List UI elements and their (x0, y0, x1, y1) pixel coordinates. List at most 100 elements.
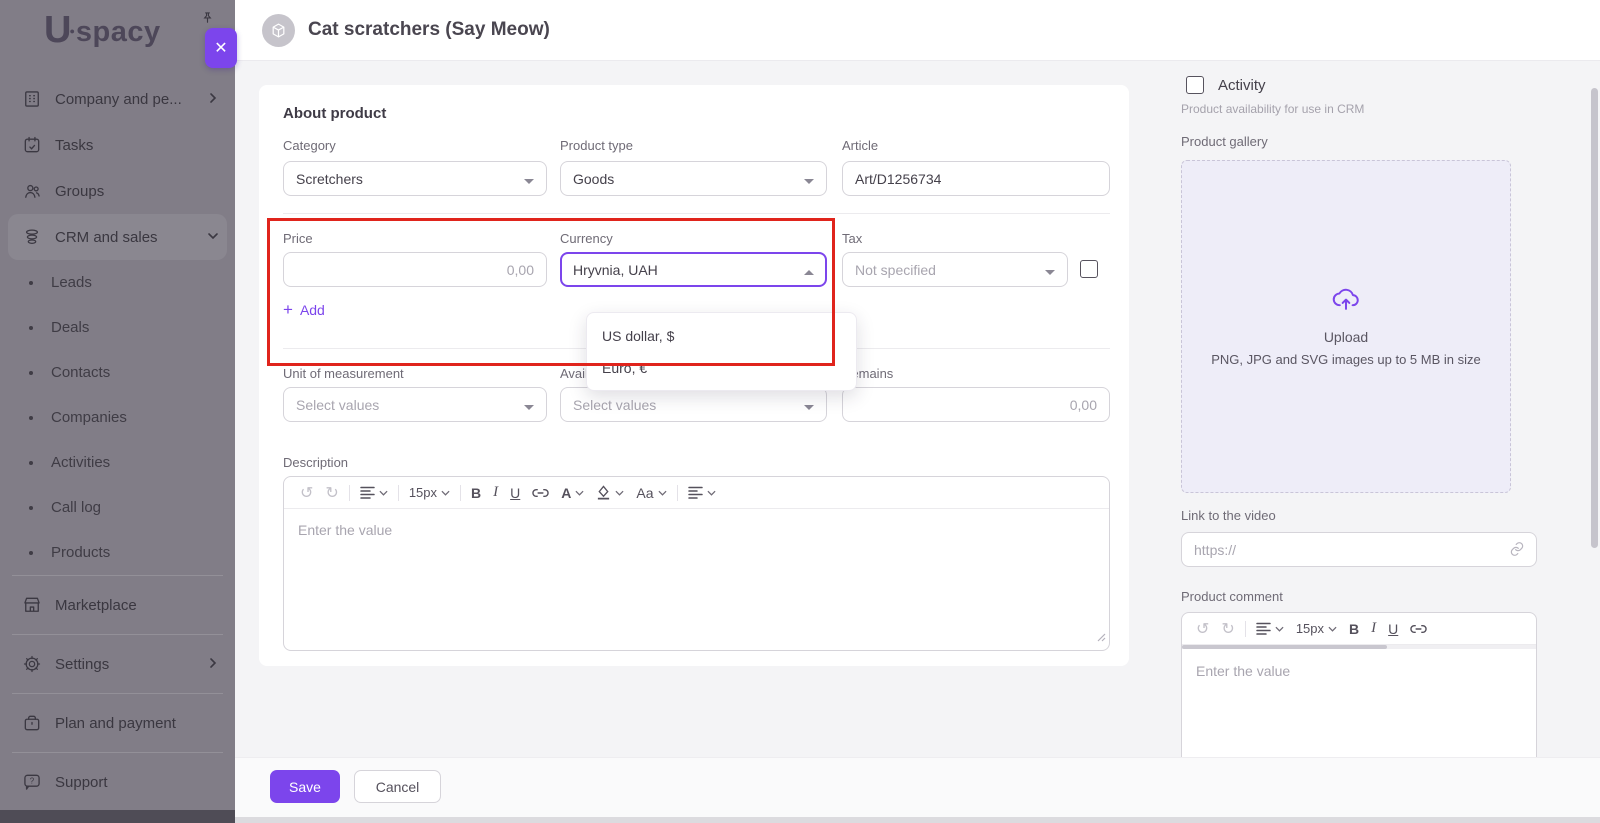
sidebar-item-settings[interactable]: Settings (0, 635, 235, 693)
chevron-right-icon (207, 91, 219, 108)
unit-select[interactable]: Select values (283, 387, 547, 422)
italic-button[interactable]: I (487, 484, 504, 501)
add-price-button[interactable]: + Add (283, 302, 325, 318)
article-input[interactable] (842, 161, 1110, 196)
font-color-button[interactable]: A (555, 485, 590, 501)
divider (460, 485, 461, 501)
article-label: Article (842, 138, 878, 153)
uspacy-logo[interactable]: U●spacy (44, 8, 161, 56)
sidebar-item-label: Contacts (51, 364, 110, 381)
activity-checkbox[interactable] (1186, 76, 1204, 94)
currency-option-usd[interactable]: US dollar, $ (587, 320, 856, 352)
sidebar-item-label: Leads (51, 274, 92, 291)
sidebar-item-marketplace[interactable]: Marketplace (0, 576, 235, 634)
category-select[interactable]: Scretchers (283, 161, 547, 196)
page-title: Cat scratchers (Say Meow) (308, 19, 550, 41)
caret-down-icon (1045, 262, 1055, 278)
highlight-color-button[interactable] (590, 485, 630, 500)
description-label: Description (283, 455, 348, 470)
save-button[interactable]: Save (270, 770, 340, 803)
sidebar-item-label: Company and pe... (55, 91, 182, 108)
logo-reg-mark: ● (69, 26, 74, 36)
align-button[interactable] (682, 486, 722, 499)
sidebar-item-companies[interactable]: Companies (0, 395, 235, 440)
currency-dropdown-menu: US dollar, $ Euro, € (586, 312, 857, 391)
bullet-icon (29, 326, 33, 330)
toolbar-hscrollbar[interactable] (1182, 645, 1536, 649)
sidebar-nav: Company and pe... Tasks Groups CRM and s… (0, 76, 235, 811)
sidebar-item-label: Call log (51, 499, 101, 516)
undo-button[interactable]: ↺ (1190, 619, 1215, 639)
font-size-value: 15px (409, 485, 437, 500)
storefront-icon (22, 595, 42, 615)
cancel-button[interactable]: Cancel (354, 770, 441, 803)
sidebar-item-leads[interactable]: Leads (0, 260, 235, 305)
product-type-value: Goods (573, 171, 614, 187)
undo-button[interactable]: ↺ (294, 483, 319, 503)
caret-up-icon (804, 262, 814, 278)
sidebar-item-crm[interactable]: CRM and sales (8, 214, 227, 260)
resize-handle-icon[interactable] (1097, 629, 1106, 647)
video-link-field (1181, 532, 1537, 567)
product-type-label: Product type (560, 138, 633, 153)
price-input[interactable] (283, 252, 547, 287)
tax-checkbox[interactable] (1080, 260, 1098, 278)
sidebar-item-tasks[interactable]: Tasks (0, 122, 235, 168)
redo-button[interactable]: ↻ (1215, 619, 1240, 639)
caret-down-icon (804, 171, 814, 187)
building-icon (22, 89, 42, 109)
currency-option-eur[interactable]: Euro, € (587, 352, 856, 384)
underline-button[interactable]: U (1382, 621, 1404, 637)
line-height-button[interactable] (354, 486, 394, 499)
description-editor[interactable]: ↺ ↻ 15px B I U (283, 476, 1110, 651)
upload-title: Upload (1324, 329, 1368, 345)
sidebar-item-products[interactable]: Products (0, 530, 235, 575)
video-link-input[interactable] (1181, 532, 1537, 567)
sidebar-item-support[interactable]: ? Support (0, 753, 235, 811)
sidebar-item-label: Tasks (55, 137, 93, 154)
sidebar-item-call-log[interactable]: Call log (0, 485, 235, 530)
sidebar-item-groups[interactable]: Groups (0, 168, 235, 214)
underline-button[interactable]: U (504, 485, 526, 501)
sidebar-item-contacts[interactable]: Contacts (0, 350, 235, 395)
sidebar-item-deals[interactable]: Deals (0, 305, 235, 350)
link-button[interactable] (526, 488, 555, 498)
caret-down-icon (524, 397, 534, 413)
comment-placeholder[interactable]: Enter the value (1182, 645, 1536, 692)
product-type-select[interactable]: Goods (560, 161, 827, 196)
currency-select[interactable]: Hryvnia, UAH (560, 252, 827, 287)
availability-placeholder: Select values (573, 397, 656, 413)
sidebar-item-plan-payment[interactable]: Plan and payment (0, 694, 235, 752)
tax-select[interactable]: Not specified (842, 252, 1068, 287)
bold-button[interactable]: B (465, 485, 487, 501)
video-link-label: Link to the video (1181, 508, 1276, 523)
product-modal: Cat scratchers (Say Meow) About product … (235, 0, 1600, 823)
tax-placeholder: Not specified (855, 262, 936, 278)
upload-dropzone[interactable]: Upload PNG, JPG and SVG images up to 5 M… (1181, 160, 1511, 493)
font-size-button[interactable]: 15px (1290, 621, 1343, 636)
sidebar-item-company[interactable]: Company and pe... (0, 76, 235, 122)
scrollbar-thumb[interactable] (1591, 88, 1598, 548)
sidebar-item-label: Marketplace (55, 597, 137, 614)
comment-toolbar: ↺ ↻ 15px B I U (1182, 613, 1536, 645)
description-placeholder[interactable]: Enter the value (284, 509, 1109, 551)
sidebar-item-label: Companies (51, 409, 127, 426)
sidebar-item-label: Plan and payment (55, 715, 176, 732)
text-style-button[interactable]: Aa (630, 485, 672, 501)
italic-button[interactable]: I (1365, 620, 1382, 637)
page-scrollbar[interactable] (1591, 65, 1598, 815)
link-button[interactable] (1404, 624, 1433, 634)
redo-button[interactable]: ↻ (319, 483, 344, 503)
remains-input[interactable] (842, 387, 1110, 422)
about-product-card: About product Category Product type Arti… (259, 85, 1129, 666)
availability-select[interactable]: Select values (560, 387, 827, 422)
line-height-button[interactable] (1250, 622, 1290, 635)
caret-down-icon (804, 397, 814, 413)
sidebar-item-activities[interactable]: Activities (0, 440, 235, 485)
font-size-button[interactable]: 15px (403, 485, 456, 500)
sidebar-item-label: Settings (55, 656, 109, 673)
bold-button[interactable]: B (1343, 621, 1365, 637)
activity-label: Activity (1218, 77, 1266, 94)
close-modal-button[interactable]: ✕ (205, 28, 237, 68)
hscrollbar-thumb[interactable] (1182, 645, 1387, 649)
